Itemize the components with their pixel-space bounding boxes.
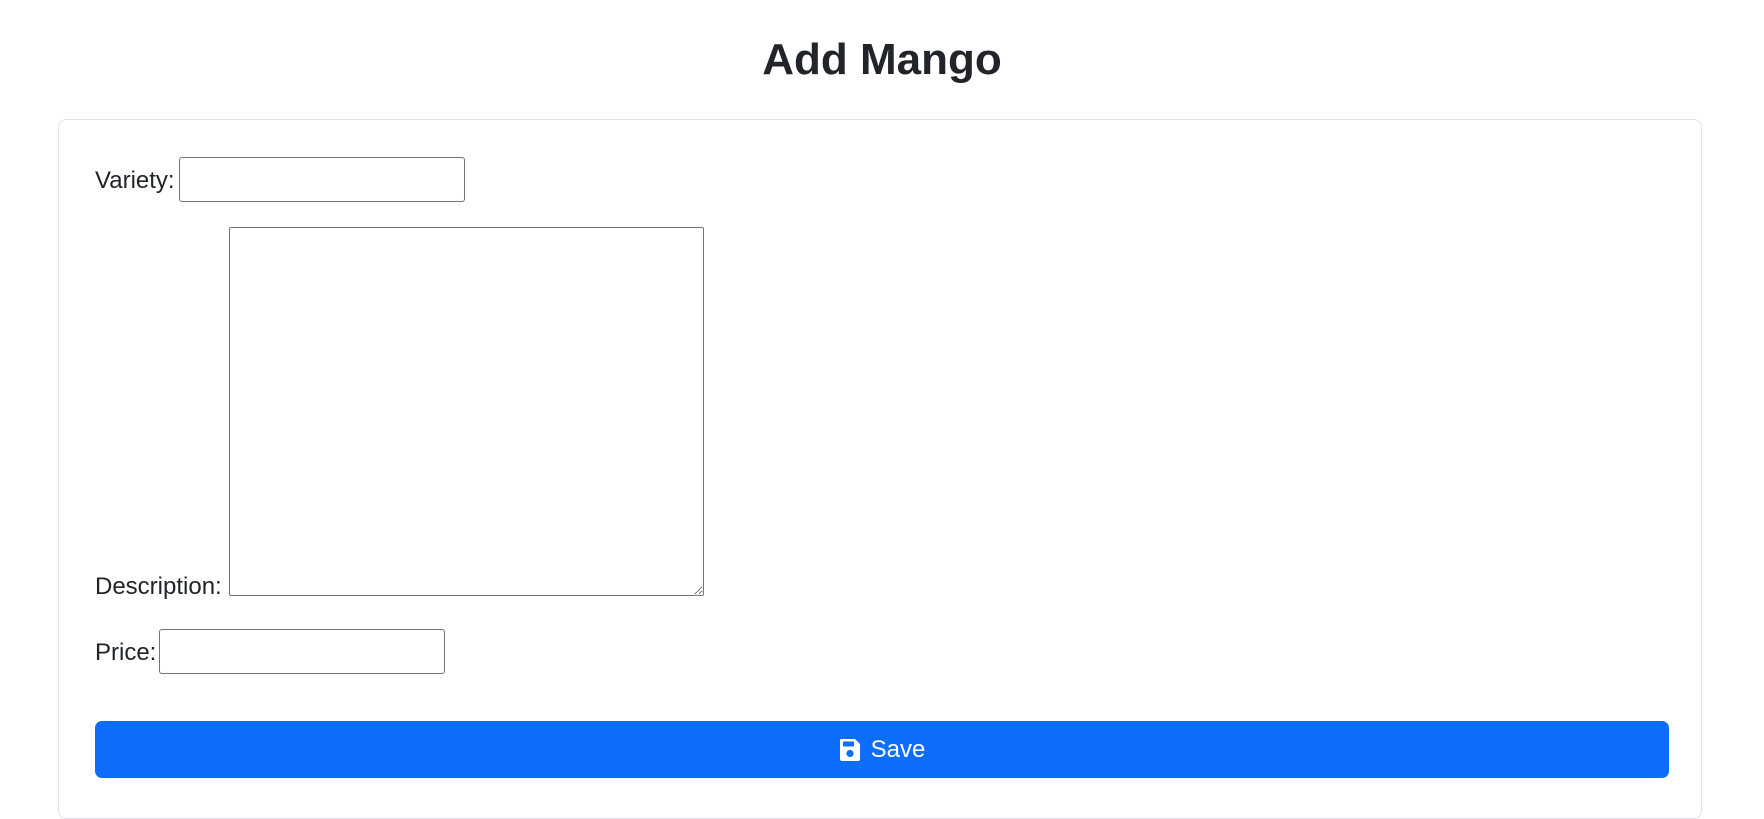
save-button-label: Save [870,735,926,763]
save-button[interactable]: Save [95,721,1669,778]
description-label: Description: [95,573,222,600]
page-title: Add Mango [762,35,1002,84]
price-input[interactable] [159,629,445,674]
variety-input[interactable] [179,157,465,202]
description-textarea[interactable] [229,227,704,596]
price-label: Price: [95,639,157,666]
variety-label: Variety: [95,167,175,194]
floppy-disk-icon [839,738,861,762]
